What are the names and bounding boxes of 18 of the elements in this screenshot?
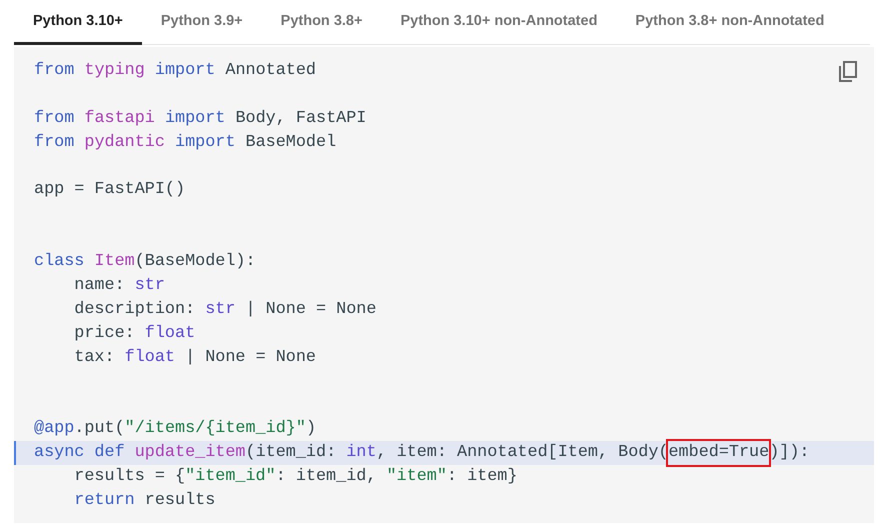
tab[interactable]: Python 3.9+ <box>142 0 262 45</box>
code-line: price: float <box>73 322 196 345</box>
code-line: description: str | None = None <box>73 298 376 321</box>
code-line: name: str <box>73 275 165 298</box>
copy-icon[interactable] <box>838 61 858 83</box>
code-line: from fastapi import Body, FastAPI <box>34 108 366 130</box>
code-line: tax: float | None = None <box>73 346 316 369</box>
code-line: async def update_item(item_id: int, item: Annotated[Item, Body(embed=True)]): <box>34 441 810 466</box>
code-line: class Item(BaseModel): <box>34 251 256 274</box>
code-line: return results <box>73 490 216 512</box>
tab[interactable]: Python 3.8+ <box>262 0 382 45</box>
tab[interactable]: Python 3.8+ non-Annotated <box>616 0 844 45</box>
code-line: from typing import Annotated <box>34 60 316 82</box>
code-line: from pydantic import BaseModel <box>34 132 336 154</box>
code-line: @app.put("/items/{item_id}") <box>34 418 316 440</box>
code-line: app = FastAPI() <box>34 179 186 202</box>
tab[interactable]: Python 3.10+ non-Annotated <box>381 0 616 45</box>
code-line: results = {"item_id": item_id, "item": item} <box>73 466 518 488</box>
